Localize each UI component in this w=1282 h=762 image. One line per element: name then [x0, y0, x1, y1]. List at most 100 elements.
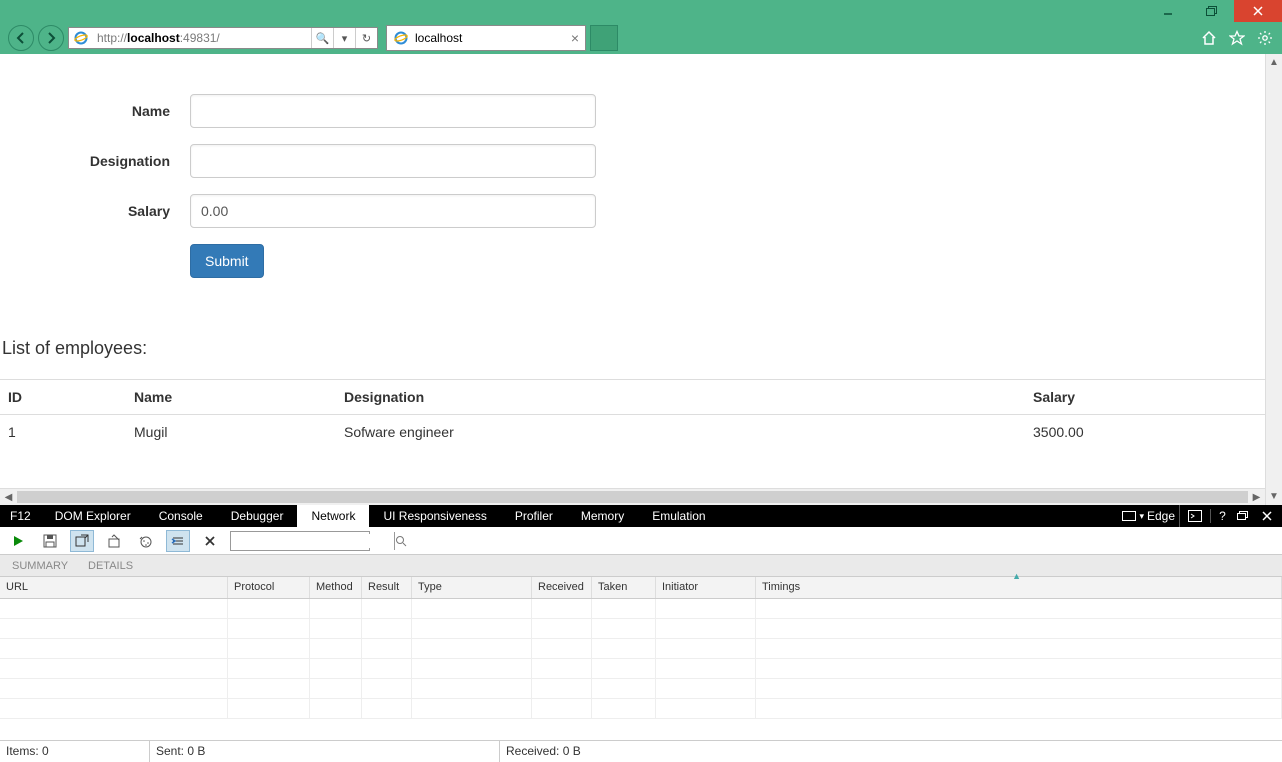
col-timings[interactable]: Timings ▲ — [756, 577, 1282, 598]
new-tab-button[interactable] — [590, 25, 618, 51]
network-subtabs: SUMMARY DETAILS — [0, 555, 1282, 577]
filter-input[interactable] — [231, 534, 394, 548]
salary-label: Salary — [0, 203, 190, 219]
back-button[interactable] — [8, 25, 34, 51]
designation-input[interactable] — [190, 144, 596, 178]
ie-icon — [393, 30, 409, 46]
maximize-button[interactable] — [1190, 0, 1234, 22]
col-id: ID — [0, 380, 126, 415]
favorites-icon[interactable] — [1228, 29, 1246, 47]
search-icon[interactable]: 🔍 — [311, 28, 333, 48]
cell-designation: Sofware engineer — [336, 415, 1025, 450]
col-result[interactable]: Result — [362, 577, 412, 598]
clear-session-icon[interactable] — [102, 530, 126, 552]
popout-icon[interactable] — [1234, 511, 1252, 521]
ie-icon — [73, 30, 89, 46]
url-text[interactable]: http://localhost:49831/ — [93, 31, 311, 45]
sort-indicator-icon: ▲ — [1012, 571, 1021, 581]
tab-profiler[interactable]: Profiler — [501, 505, 567, 527]
subtab-details[interactable]: DETAILS — [88, 560, 133, 572]
status-items: Items: 0 — [0, 741, 150, 762]
url-scheme: http:// — [97, 31, 127, 45]
address-bar-buttons: 🔍 ▾ ↻ — [311, 28, 377, 48]
status-received: Received: 0 B — [500, 741, 1282, 762]
scroll-right-icon[interactable]: ▶ — [1248, 489, 1265, 505]
forward-button[interactable] — [38, 25, 64, 51]
url-host: localhost — [127, 31, 180, 45]
col-name: Name — [126, 380, 336, 415]
tab-dom-explorer[interactable]: DOM Explorer — [41, 505, 145, 527]
grid-row-empty — [0, 639, 1282, 659]
grid-row-empty — [0, 619, 1282, 639]
filter-search-icon[interactable] — [394, 532, 407, 550]
close-button[interactable] — [1234, 0, 1282, 22]
always-refresh-icon[interactable] — [70, 530, 94, 552]
col-type[interactable]: Type — [412, 577, 532, 598]
network-columns-header: URL Protocol Method Result Type Received… — [0, 577, 1282, 599]
employees-table: ID Name Designation Salary 1 Mugil Sofwa… — [0, 379, 1265, 449]
table-row: 1 Mugil Sofware engineer 3500.00 — [0, 415, 1265, 450]
clear-cookies-icon[interactable] — [134, 530, 158, 552]
devtools-panel: F12 DOM Explorer Console Debugger Networ… — [0, 505, 1282, 762]
horizontal-scrollbar[interactable]: ◀ ▶ — [0, 488, 1265, 505]
devtools-status-bar: Items: 0 Sent: 0 B Received: 0 B — [0, 740, 1282, 762]
col-designation: Designation — [336, 380, 1025, 415]
col-salary: Salary — [1025, 380, 1265, 415]
scroll-left-icon[interactable]: ◀ — [0, 489, 17, 505]
tab-console[interactable]: Console — [145, 505, 217, 527]
settings-icon[interactable] — [1256, 29, 1274, 47]
submit-button[interactable]: Submit — [190, 244, 264, 278]
clear-icon[interactable] — [198, 530, 222, 552]
address-bar[interactable]: http://localhost:49831/ 🔍 ▾ ↻ — [68, 27, 378, 49]
page-viewport: Name Designation Salary Submit List of e… — [0, 54, 1282, 505]
col-protocol[interactable]: Protocol — [228, 577, 310, 598]
minimize-button[interactable] — [1146, 0, 1190, 22]
target-label: Edge — [1147, 509, 1175, 523]
clear-entries-icon[interactable] — [166, 530, 190, 552]
name-input[interactable] — [190, 94, 596, 128]
grid-row-empty — [0, 659, 1282, 679]
f12-label: F12 — [0, 505, 41, 527]
grid-row-empty — [0, 599, 1282, 619]
grid-row-empty — [0, 699, 1282, 719]
console-toggle-icon[interactable] — [1186, 510, 1204, 522]
vertical-scrollbar[interactable]: ▲ ▼ — [1265, 54, 1282, 505]
browser-tab[interactable]: localhost × — [386, 25, 586, 51]
devtools-close-icon[interactable] — [1258, 510, 1276, 522]
browser-toolbar: http://localhost:49831/ 🔍 ▾ ↻ localhost … — [0, 22, 1282, 54]
grid-row-empty — [0, 679, 1282, 699]
play-icon[interactable] — [6, 530, 30, 552]
cell-name: Mugil — [126, 415, 336, 450]
help-icon[interactable]: ? — [1210, 509, 1228, 523]
name-label: Name — [0, 103, 190, 119]
col-taken[interactable]: Taken — [592, 577, 656, 598]
scroll-up-icon[interactable]: ▲ — [1266, 54, 1282, 71]
tab-debugger[interactable]: Debugger — [217, 505, 298, 527]
tab-close-icon[interactable]: × — [571, 30, 579, 46]
tab-ui-responsiveness[interactable]: UI Responsiveness — [369, 505, 500, 527]
scroll-down-icon[interactable]: ▼ — [1266, 488, 1282, 505]
target-selector[interactable]: ▾ Edge — [1122, 505, 1180, 527]
col-url[interactable]: URL — [0, 577, 228, 598]
cell-id: 1 — [0, 415, 126, 450]
dropdown-icon[interactable]: ▾ — [333, 28, 355, 48]
home-icon[interactable] — [1200, 29, 1218, 47]
col-received[interactable]: Received — [532, 577, 592, 598]
list-heading: List of employees: — [0, 338, 1282, 359]
salary-input[interactable] — [190, 194, 596, 228]
table-header-row: ID Name Designation Salary — [0, 380, 1265, 415]
col-method[interactable]: Method — [310, 577, 362, 598]
tab-emulation[interactable]: Emulation — [638, 505, 719, 527]
col-initiator[interactable]: Initiator — [656, 577, 756, 598]
designation-label: Designation — [0, 153, 190, 169]
save-icon[interactable] — [38, 530, 62, 552]
tab-memory[interactable]: Memory — [567, 505, 638, 527]
window-titlebar — [0, 0, 1282, 22]
filter-box — [230, 531, 370, 551]
network-toolbar — [0, 527, 1282, 555]
subtab-summary[interactable]: SUMMARY — [12, 560, 68, 572]
devtools-tabs: F12 DOM Explorer Console Debugger Networ… — [0, 505, 1282, 527]
url-port: :49831/ — [180, 31, 220, 45]
tab-network[interactable]: Network — [297, 505, 369, 527]
refresh-icon[interactable]: ↻ — [355, 28, 377, 48]
